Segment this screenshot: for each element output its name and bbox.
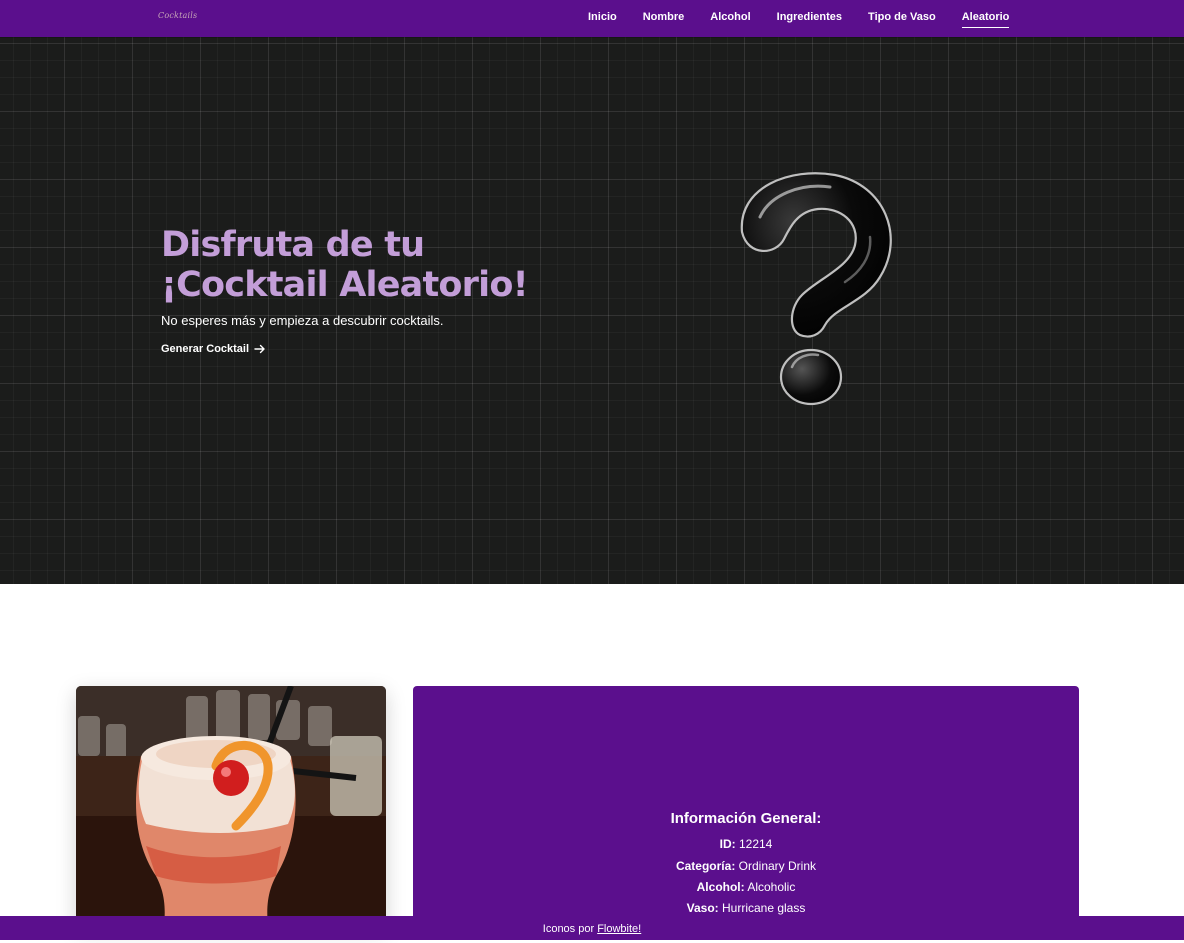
info-panel: Información General: ID: 12214 Categoría… — [413, 686, 1079, 926]
hero-title-line-1: Disfruta de tu — [161, 225, 425, 265]
nav-link-ingredientes[interactable]: Ingredientes — [777, 0, 842, 37]
question-mark-icon — [740, 172, 892, 406]
info-label-categoria: Categoría: — [675, 859, 736, 873]
info-label-id: ID: — [719, 837, 736, 851]
hero-section: Disfruta de tu ¡Cocktail Aleatorio! No e… — [0, 37, 1184, 584]
info-label-vaso: Vaso: — [686, 901, 719, 915]
generate-cocktail-label: Generar Cocktail — [161, 343, 250, 355]
info-row-id: ID: 12214 — [413, 837, 1079, 851]
flowbite-link[interactable]: Flowbite! — [597, 923, 641, 935]
info-row-vaso: Vaso: Hurricane glass — [413, 901, 1079, 915]
nav-link-aleatorio[interactable]: Aleatorio — [961, 0, 1010, 37]
nav-link-inicio[interactable]: Inicio — [588, 0, 617, 37]
nav-links: Inicio Nombre Alcohol Ingredientes Tipo … — [588, 0, 1035, 37]
generate-cocktail-link[interactable]: Generar Cocktail — [161, 343, 266, 355]
site-logo[interactable]: Cocktails — [158, 11, 197, 20]
hero-subtitle: No esperes más y empieza a descubrir coc… — [161, 313, 444, 328]
info-value-id: 12214 — [738, 837, 773, 851]
info-label-alcohol: Alcohol: — [696, 880, 745, 894]
footer: Iconos por Flowbite! — [0, 916, 1184, 940]
info-row-categoria: Categoría: Ordinary Drink — [413, 859, 1079, 873]
cocktail-image — [76, 686, 386, 926]
info-value-categoria: Ordinary Drink — [738, 859, 817, 873]
top-navbar: Cocktails Inicio Nombre Alcohol Ingredie… — [0, 0, 1184, 37]
footer-text: Iconos por — [542, 923, 595, 935]
info-value-alcohol: Alcoholic — [747, 880, 796, 894]
nav-link-alcohol[interactable]: Alcohol — [710, 0, 750, 37]
nav-link-nombre[interactable]: Nombre — [643, 0, 685, 37]
hero-title-line-2: ¡Cocktail Aleatorio! — [161, 265, 529, 305]
hero-title: Disfruta de tu ¡Cocktail Aleatorio! — [161, 225, 581, 305]
info-value-vaso: Hurricane glass — [721, 901, 806, 915]
nav-link-tipo-de-vaso[interactable]: Tipo de Vaso — [868, 0, 936, 37]
arrow-right-icon — [254, 344, 265, 354]
info-heading: Información General: — [670, 810, 822, 827]
info-row-alcohol: Alcohol: Alcoholic — [413, 880, 1079, 894]
